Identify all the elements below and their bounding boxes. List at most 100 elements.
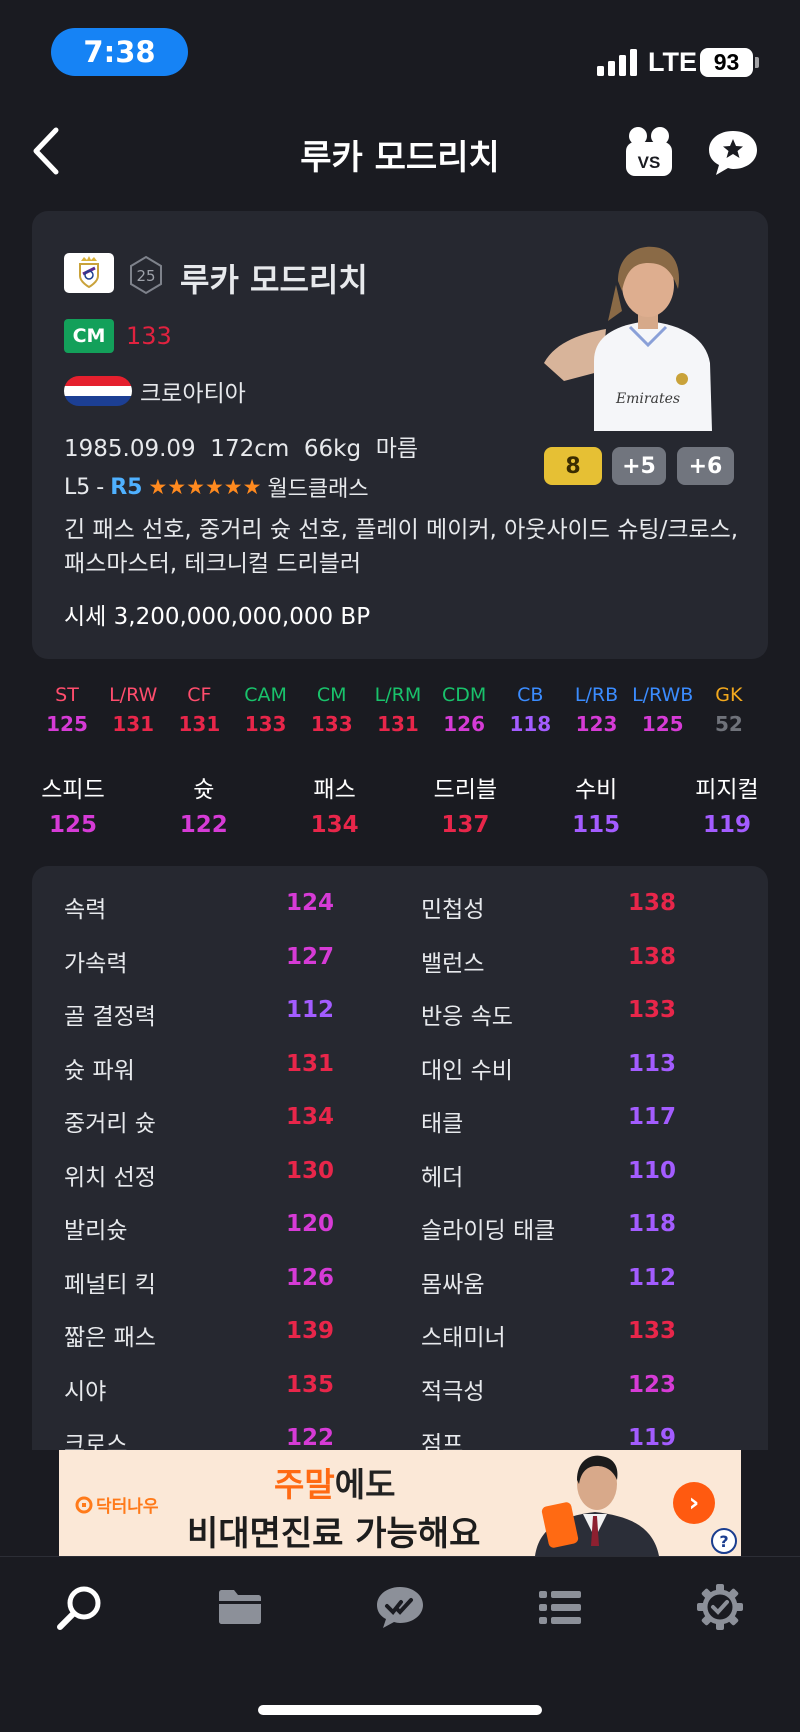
main-stat-label: 피지컬 <box>695 777 759 803</box>
stat-label: 몸싸움 <box>421 1271 485 1298</box>
stat-value: 117 <box>627 1104 676 1130</box>
ad-arrow-button[interactable]: › <box>673 1482 715 1524</box>
main-stat: 슛 122 <box>149 770 259 838</box>
main-stat-value: 122 <box>179 812 228 838</box>
stat-label: 민첩성 <box>421 897 485 923</box>
stat-label: 스태미너 <box>421 1325 506 1351</box>
main-stat-label: 스피드 <box>41 777 105 803</box>
stat-label: 슬라이딩 태클 <box>421 1218 556 1244</box>
stat-value: 118 <box>627 1211 676 1237</box>
stat-value: 124 <box>285 890 334 916</box>
stat-value: 135 <box>285 1371 334 1398</box>
stat-label: 발리슛 <box>64 1218 128 1244</box>
upgrade-plus5-button[interactable]: +5 <box>612 447 666 485</box>
main-position-badge: CM <box>64 319 114 353</box>
stat-label: 점프 <box>421 1432 464 1450</box>
tab-folder[interactable] <box>212 1579 268 1635</box>
player-bio: 1985.09.09 172cm 66kg 마름 <box>64 436 419 462</box>
main-stat-value: 134 <box>310 812 359 838</box>
tab-community[interactable] <box>372 1579 428 1635</box>
battery-icon: 93 <box>700 48 753 77</box>
position-value: 123 <box>575 712 618 736</box>
grade-line: L5 - R5 ★★★★★★ 월드클래스 <box>64 471 369 503</box>
stat-label: 페널티 킥 <box>64 1271 156 1298</box>
level-separator: - <box>96 474 105 500</box>
detailed-stats-panel[interactable]: 속력 124 가속력 127 골 결정력 112 슛 파워 131 중거리 슛 134 위치 선정 1… <box>32 866 768 1450</box>
stat-value: 133 <box>627 997 676 1023</box>
folder-icon <box>219 1590 261 1624</box>
signal-icon <box>597 48 637 76</box>
tab-settings[interactable] <box>692 1579 748 1635</box>
main-stat-label: 슛 <box>193 777 215 803</box>
stat-label: 골 결정력 <box>64 1004 156 1030</box>
stat-value: 138 <box>627 943 676 970</box>
stat-label: 짧은 패스 <box>64 1325 156 1351</box>
reputation-label: 월드클래스 <box>267 477 369 502</box>
position-value: 125 <box>641 712 684 736</box>
main-stats: 스피드 125 슛 122 패스 134 드리블 137 수비 115 피지컬 119 <box>18 770 782 838</box>
stat-value: 119 <box>627 1425 676 1450</box>
level-label: L5 <box>64 474 91 500</box>
main-stat-value: 125 <box>48 812 97 838</box>
stat-label: 중거리 슛 <box>64 1111 156 1137</box>
tab-list[interactable] <box>532 1579 588 1635</box>
main-stat-label: 패스 <box>313 777 356 803</box>
stat-value: 131 <box>285 1050 334 1077</box>
position-rating: CDM 126 <box>431 684 497 736</box>
stat-value: 113 <box>627 1050 676 1077</box>
main-stat: 피지컬 119 <box>672 770 782 838</box>
main-stat-label: 수비 <box>575 777 618 803</box>
position-label: GK <box>715 684 743 706</box>
favorite-comment-button[interactable] <box>706 128 760 178</box>
stat-value: 139 <box>285 1318 334 1344</box>
tab-search[interactable] <box>52 1579 108 1635</box>
main-stat: 패스 134 <box>280 770 390 838</box>
ad-banner[interactable]: 닥터나우 주말에도 비대면진료 가능해요 › ? <box>59 1450 741 1556</box>
bottom-tab-bar <box>0 1556 800 1732</box>
compare-vs-icon: VS <box>626 127 672 176</box>
main-stat: 스피드 125 <box>18 770 128 838</box>
position-label: CF <box>187 684 212 706</box>
market-price: 시세 3,200,000,000,000 BP <box>64 604 371 630</box>
position-value: 131 <box>112 712 155 736</box>
position-rating: L/RWB 125 <box>630 684 696 736</box>
compare-vs-button[interactable]: VS <box>622 124 676 180</box>
main-stat-value: 115 <box>572 812 621 838</box>
vs-label: VS <box>638 153 661 172</box>
top-header: 루카 모드리치 VS <box>0 110 800 194</box>
upgrade-level-badge[interactable]: 8 <box>544 447 602 485</box>
stat-label: 태클 <box>421 1111 464 1137</box>
position-label: L/RB <box>574 684 619 706</box>
main-stat-value: 119 <box>702 812 751 838</box>
stat-value: 133 <box>627 1318 676 1344</box>
main-stat-label: 드리블 <box>433 777 498 803</box>
rank-label: R5 <box>110 474 143 500</box>
ad-help-button[interactable]: ? <box>711 1528 737 1554</box>
main-stat: 드리블 137 <box>410 770 520 838</box>
position-rating: ST 125 <box>34 684 100 736</box>
search-icon <box>57 1586 101 1630</box>
position-label: ST <box>55 684 79 706</box>
home-indicator <box>258 1705 542 1715</box>
position-label: CDM <box>441 684 487 706</box>
stat-label: 슛 파워 <box>64 1057 135 1084</box>
ad-logo-text: 닥터나우 <box>96 1497 159 1517</box>
settings-icon <box>697 1584 743 1630</box>
position-rating: CM 133 <box>299 684 365 736</box>
position-label: L/RM <box>374 684 422 706</box>
main-position-ovr: 133 <box>126 322 172 350</box>
position-rating: CAM 133 <box>233 684 299 736</box>
position-value: 133 <box>244 712 287 736</box>
position-rating: GK 52 <box>696 684 762 736</box>
position-value: 131 <box>178 712 221 736</box>
main-stat-value: 137 <box>441 812 490 838</box>
stat-label: 가속력 <box>64 950 128 977</box>
position-ratings: ST 125 L/RW 131 CF 131 CAM 133 CM 133 L/RM 131 CDM 12… <box>34 684 762 736</box>
stat-value: 112 <box>627 1264 676 1291</box>
upgrade-plus6-button[interactable]: +6 <box>677 447 734 485</box>
season-number: 25 <box>136 267 155 285</box>
stat-label: 밸런스 <box>421 950 485 977</box>
chevron-right-icon: › <box>688 1488 700 1518</box>
ad-headline: 주말에도 <box>274 1458 395 1506</box>
stat-label: 속력 <box>64 897 107 923</box>
